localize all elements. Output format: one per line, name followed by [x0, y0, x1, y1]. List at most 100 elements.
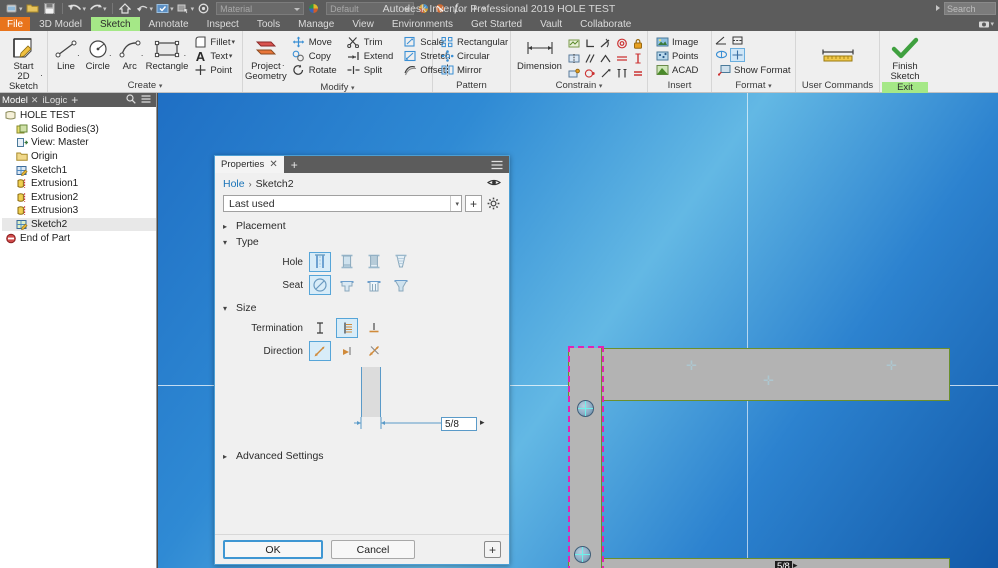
style-icon[interactable]: ƒ. [450, 2, 465, 16]
undo-dropdown-icon[interactable]: ▾ [83, 5, 87, 13]
to-termination-icon[interactable] [363, 318, 385, 338]
hole-diameter-tag-caret[interactable]: ▸ [793, 560, 798, 568]
parallel-icon[interactable] [582, 51, 597, 65]
update-dropdown-icon[interactable]: ▾ [170, 5, 174, 13]
undo-icon[interactable] [68, 2, 83, 16]
tab-view[interactable]: View [343, 17, 383, 31]
arc-button[interactable]: Arc · [114, 34, 146, 72]
direction-symmetric-icon[interactable] [363, 341, 385, 361]
tab-sketch[interactable]: Sketch [90, 17, 140, 31]
chevron-down-icon[interactable]: ▾ [159, 83, 163, 90]
section-advanced-settings[interactable]: ▸ Advanced Settings [223, 450, 501, 462]
horizontal-constraint-icon[interactable] [598, 66, 613, 80]
new-dropdown-icon[interactable]: ▾ [19, 5, 23, 13]
line-button[interactable]: Line · [50, 34, 82, 72]
tab-environments[interactable]: Environments [383, 17, 462, 31]
tab-get-started[interactable]: Get Started [462, 17, 531, 31]
browser-tab-ilogic[interactable]: iLogic [42, 95, 67, 106]
tangent-icon[interactable] [598, 36, 613, 50]
driven-dimension-icon[interactable] [730, 48, 745, 62]
browser-add-tab-button[interactable]: + [71, 93, 78, 107]
countersink-icon[interactable] [390, 275, 412, 295]
point-button[interactable]: Point [190, 63, 238, 77]
file-menu-button[interactable]: File [0, 17, 31, 31]
hole-center-point-upper[interactable] [577, 400, 594, 417]
search-expand-icon[interactable] [936, 5, 940, 11]
tree-node-sketch1[interactable]: Sketch1 [2, 163, 156, 177]
acad-button[interactable]: ACAD [652, 63, 701, 77]
close-icon[interactable]: ✕ [31, 95, 39, 106]
through-all-termination-icon[interactable] [336, 318, 358, 338]
new-icon[interactable] [4, 2, 19, 16]
search-icon[interactable] [126, 93, 136, 107]
tab-vault[interactable]: Vault [531, 17, 571, 31]
move-button[interactable]: Move [289, 35, 340, 49]
clearance-hole-icon[interactable] [336, 252, 358, 272]
show-constraints-icon[interactable] [566, 66, 581, 80]
save-icon[interactable] [42, 2, 57, 16]
cancel-button[interactable]: Cancel [331, 540, 415, 559]
circular-pattern-button[interactable]: Circular [437, 49, 511, 63]
rectangular-pattern-button[interactable]: Rectangular [437, 35, 511, 49]
spotface-icon[interactable] [363, 275, 385, 295]
eye-icon[interactable] [487, 178, 501, 190]
circle-dropdown-icon[interactable]: · [109, 50, 112, 60]
chevron-down-icon[interactable]: ▾ [223, 238, 231, 247]
tab-manage[interactable]: Manage [289, 17, 343, 31]
browser-tab-model[interactable]: Model ✕ [2, 95, 38, 106]
tree-node-extrusion3[interactable]: Extrusion3 [2, 204, 156, 218]
appearance-palette-icon[interactable] [416, 2, 431, 16]
fillet-dropdown-icon[interactable]: ▾ [231, 38, 235, 46]
hole-diameter-field[interactable]: 5/8 [441, 417, 477, 431]
counterbore-icon[interactable] [336, 275, 358, 295]
hole-diameter-caret[interactable]: ▸ [480, 417, 485, 428]
appearance-icon[interactable] [196, 2, 211, 16]
equal-length-icon[interactable] [614, 66, 629, 80]
distance-termination-icon[interactable] [309, 318, 331, 338]
text-button[interactable]: A Text ▾ [190, 49, 238, 64]
customize-dropdown-icon[interactable]: ▾ [482, 5, 486, 13]
equal-icon[interactable] [630, 66, 645, 80]
dialog-tab-properties[interactable]: Properties ✕ [215, 156, 284, 173]
auto-dimension-icon[interactable] [566, 36, 581, 50]
add-command-icon[interactable]: + [467, 2, 482, 16]
hole-center-point-lower[interactable] [574, 546, 591, 563]
upper-plate-face[interactable] [568, 348, 950, 401]
construction-icon[interactable] [714, 34, 729, 48]
dialog-add-tab-button[interactable]: + [284, 156, 305, 173]
tree-node-view-master[interactable]: View: Master [2, 136, 156, 150]
symmetric-icon[interactable] [566, 51, 581, 65]
select-icon[interactable] [176, 2, 191, 16]
update-icon[interactable] [155, 2, 170, 16]
open-icon[interactable] [25, 2, 40, 16]
centerline-icon[interactable] [730, 34, 745, 48]
project-geometry-dropdown-icon[interactable]: · [282, 60, 285, 70]
rectangle-dropdown-icon[interactable]: · [183, 50, 186, 60]
ribbon-display-options[interactable]: ▾ [977, 17, 998, 31]
select-dropdown-icon[interactable]: ▾ [191, 5, 195, 13]
arc-dropdown-icon[interactable]: · [141, 50, 144, 60]
redo-icon[interactable] [88, 2, 103, 16]
return-icon[interactable] [135, 2, 150, 16]
start-2d-sketch-dropdown-icon[interactable]: · [40, 70, 43, 80]
tree-node-extrusion2[interactable]: Extrusion2 [2, 191, 156, 205]
close-icon[interactable]: ✕ [269, 159, 277, 170]
clear-appearance-icon[interactable] [433, 2, 448, 16]
fillet-button[interactable]: Fillet ▾ [190, 35, 238, 49]
smooth-icon[interactable] [598, 51, 613, 65]
redo-dropdown-icon[interactable]: ▾ [103, 5, 107, 13]
tree-node-origin[interactable]: Origin [2, 150, 156, 164]
chevron-down-icon[interactable]: ▾ [351, 85, 355, 92]
chevron-down-icon[interactable]: ▾ [768, 83, 772, 90]
material-combo[interactable]: Material [216, 2, 305, 15]
vertical-icon[interactable] [630, 51, 645, 65]
lower-plate-face[interactable] [568, 558, 950, 568]
tree-node-solid-bodies[interactable]: Solid Bodies(3) [2, 123, 156, 137]
fix-lock-icon[interactable] [630, 36, 645, 50]
measure-button[interactable] [814, 42, 862, 70]
taper-tapped-hole-icon[interactable] [390, 252, 412, 272]
mirror-button[interactable]: Mirror [437, 63, 511, 77]
menu-icon[interactable] [141, 94, 151, 107]
ok-button[interactable]: OK [223, 540, 323, 559]
gear-icon[interactable] [485, 195, 501, 212]
